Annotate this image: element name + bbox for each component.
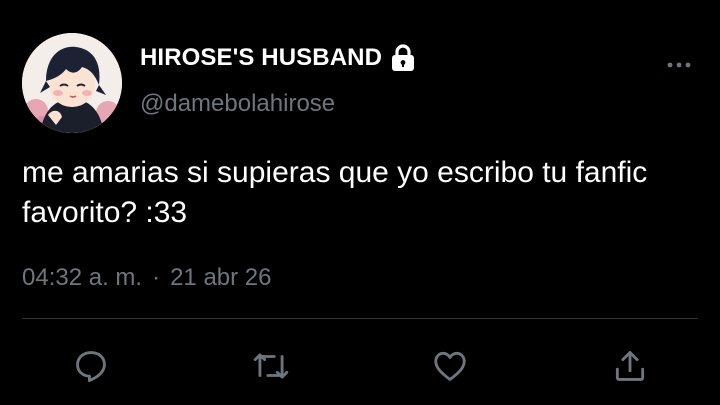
user-name-row[interactable]: HIROSE'S HUSBAND (140, 44, 416, 72)
user-handle[interactable]: @damebolahirose (140, 90, 335, 118)
reply-icon (76, 351, 106, 382)
retweet-button[interactable] (251, 346, 291, 386)
share-icon (615, 351, 645, 381)
display-name[interactable]: HIROSE'S HUSBAND (140, 44, 382, 72)
avatar[interactable] (22, 33, 122, 133)
tweet-date[interactable]: 21 abr 26 (170, 264, 271, 292)
avatar-image (22, 33, 122, 133)
tweet-text: me amarias si supieras que yo escribo tu… (22, 156, 648, 229)
meta-separator: · (152, 264, 161, 291)
retweet-icon (253, 353, 289, 379)
lock-icon (392, 44, 414, 71)
reply-button[interactable] (71, 346, 111, 386)
divider (22, 318, 698, 319)
tweet-metadata: 04:32 a. m. · 21 abr 26 (22, 264, 272, 292)
tweet-time[interactable]: 04:32 a. m. (22, 264, 142, 292)
more-options-icon[interactable] (666, 60, 692, 70)
like-button[interactable] (430, 346, 470, 386)
share-button[interactable] (610, 346, 650, 386)
like-icon (434, 351, 466, 381)
